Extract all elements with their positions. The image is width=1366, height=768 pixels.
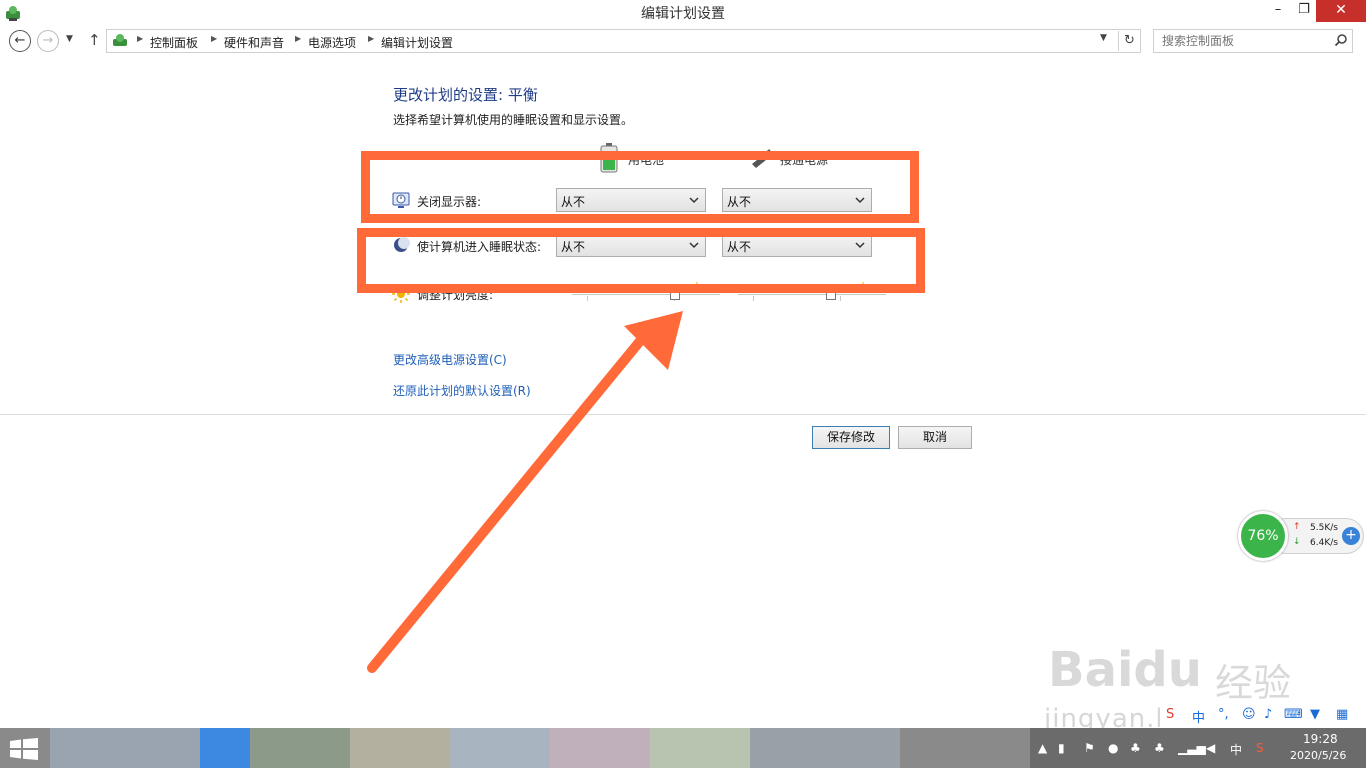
taskbar: ▲ ▮ ⚑ ● ♣ ♣ ▁▃▅ ◀ 中 S 19:28 2020/5/26 [0, 728, 1366, 768]
download-speed: 6.4K/s [1310, 538, 1338, 548]
network-speed-widget[interactable]: 76% ↑ 5.5K/s ↓ 6.4K/s + [1238, 511, 1366, 561]
keyboard-icon[interactable]: ⌨ [1284, 707, 1303, 722]
clock-date[interactable]: 2020/5/26 [1290, 749, 1346, 762]
ime-toolbar: S 中 °, ☺ ♪ ⌨ ▼ ▦ [1160, 703, 1366, 728]
download-arrow-icon: ↓ [1293, 537, 1301, 547]
microphone-icon[interactable]: ♪ [1264, 707, 1272, 722]
windows-start-icon[interactable] [10, 738, 38, 760]
skin-shirt-icon[interactable]: ▼ [1310, 707, 1320, 722]
ime-mode-icon[interactable]: 中 [1192, 707, 1205, 726]
sogou-logo-icon: S [1166, 707, 1175, 722]
clock-time[interactable]: 19:28 [1303, 732, 1338, 746]
tray-expand-chevron-icon[interactable]: ▲ [1038, 741, 1047, 755]
plus-icon[interactable]: + [1342, 527, 1360, 545]
volume-icon[interactable]: ◀ [1206, 741, 1215, 755]
window: 编辑计划设置 – ❐ ✕ ← → ▼ ↑ ▶ 控制面板 ▶ 硬件和声音 ▶ 电源… [0, 0, 1366, 768]
punctuation-icon[interactable]: °, [1218, 707, 1229, 722]
network-signal-icon[interactable]: ▁▃▅ [1178, 741, 1206, 755]
qq-icon[interactable]: ♣ [1130, 741, 1141, 755]
sogou-tray-icon[interactable]: S [1256, 741, 1264, 755]
qq-icon[interactable]: ♣ [1154, 741, 1165, 755]
upload-arrow-icon: ↑ [1293, 522, 1301, 532]
upload-speed: 5.5K/s [1310, 523, 1338, 533]
ime-indicator[interactable]: 中 [1230, 741, 1242, 758]
action-center-icon[interactable]: ⚑ [1084, 741, 1095, 755]
taskbar-app-active[interactable] [200, 728, 250, 768]
emoji-icon[interactable]: ☺ [1242, 707, 1256, 722]
power-tray-icon[interactable]: ▮ [1058, 741, 1065, 755]
memory-usage-badge[interactable]: 76% [1238, 511, 1288, 561]
app-tray-icon[interactable]: ● [1108, 741, 1118, 755]
toolbox-icon[interactable]: ▦ [1336, 707, 1348, 722]
